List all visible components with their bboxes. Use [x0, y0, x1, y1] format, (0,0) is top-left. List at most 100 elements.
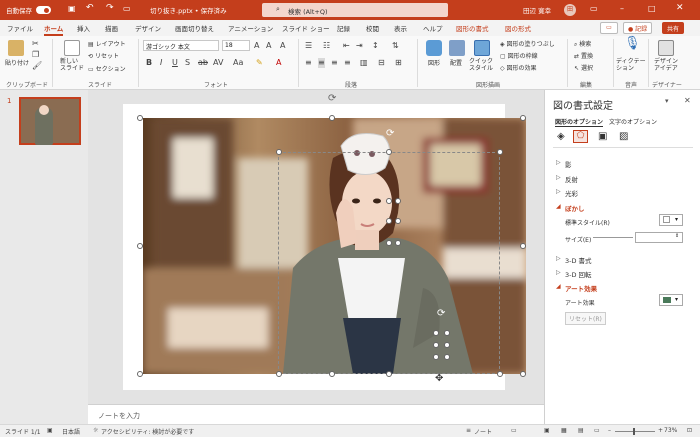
paste-label[interactable]: 貼り付け	[5, 58, 29, 67]
section-glow[interactable]: 光彩	[565, 188, 578, 198]
effects-icon[interactable]: ⬠	[573, 130, 588, 143]
ribbon-display-icon[interactable]: ▭	[590, 4, 598, 13]
layout-button[interactable]: ▤ レイアウト	[88, 39, 126, 48]
rotate-handle-icon[interactable]: ⟳	[437, 308, 445, 319]
resize-handle[interactable]	[386, 198, 392, 204]
reset-button[interactable]: ⟲ リセット	[88, 51, 119, 60]
shrink-font-icon[interactable]: A	[266, 41, 271, 51]
resize-handle[interactable]	[395, 218, 401, 224]
accessibility-status[interactable]: アクセシビリティ: 検討が必要です	[101, 427, 194, 436]
tab-review[interactable]: 校閲	[366, 23, 379, 33]
undo-icon[interactable]: ↶	[86, 3, 94, 13]
slide-thumbnail[interactable]	[19, 97, 81, 145]
grow-font-icon[interactable]: A	[254, 41, 259, 51]
microphone-icon[interactable]: 🎙	[624, 37, 641, 50]
tab-design[interactable]: デザイン	[135, 23, 161, 33]
save-icon[interactable]: ▣	[68, 4, 76, 13]
resize-handle[interactable]	[395, 198, 401, 204]
resize-handle[interactable]	[386, 218, 392, 224]
section-soft-edges[interactable]: ぼかし	[565, 203, 585, 213]
close-icon[interactable]: ✕	[676, 3, 684, 13]
bold-icon[interactable]: B	[146, 58, 152, 68]
reset-button[interactable]: リセット(R)	[565, 312, 606, 325]
font-color-icon[interactable]: A	[276, 58, 281, 68]
tab-slideshow[interactable]: スライド ショー	[282, 23, 330, 33]
language-label[interactable]: 日本語	[62, 427, 80, 436]
avatar[interactable]: 田	[564, 4, 576, 16]
rotate-handle-icon[interactable]: ⟳	[328, 93, 336, 104]
autosave-toggle[interactable]	[36, 6, 51, 14]
font-size-dropdown[interactable]: 18	[222, 40, 250, 51]
pane-options-icon[interactable]: ▾	[665, 97, 669, 105]
accessibility-icon[interactable]: ☼	[93, 427, 98, 434]
tab-transitions[interactable]: 画面切り替え	[175, 23, 214, 33]
art-effects-dropdown[interactable]: ▾	[659, 294, 683, 306]
resize-handle[interactable]	[433, 354, 439, 360]
notes-icon[interactable]: ≡	[466, 427, 471, 434]
redo-icon[interactable]: ↷	[106, 3, 114, 13]
highlight-icon[interactable]: ✎	[256, 58, 263, 68]
resize-handle[interactable]	[386, 240, 392, 246]
resize-handle[interactable]	[386, 149, 392, 155]
size-properties-icon[interactable]: ▣	[598, 131, 607, 142]
cut-icon[interactable]: ✂	[32, 39, 39, 49]
select-button[interactable]: ↖ 選択	[574, 63, 593, 72]
section-shadow[interactable]: 影	[565, 159, 572, 169]
tab-file[interactable]: ファイル	[7, 23, 33, 33]
increase-indent-icon[interactable]: ⇥	[356, 41, 363, 51]
section-3d-rotation[interactable]: 3-D 回転	[565, 269, 592, 279]
blur-preset-dropdown[interactable]: ▾	[659, 214, 683, 226]
resize-handle[interactable]	[520, 371, 526, 377]
resize-handle[interactable]	[395, 240, 401, 246]
fit-to-window-icon[interactable]: ⊡	[687, 427, 692, 434]
underline-icon[interactable]: U	[172, 58, 178, 68]
shape-outline-button[interactable]: ▢ 図形の枠線	[500, 51, 538, 60]
shadow-icon[interactable]: S	[185, 58, 190, 68]
change-case-icon[interactable]: Aa	[233, 58, 243, 68]
share-button[interactable]: 共有	[662, 22, 685, 34]
paste-icon[interactable]	[8, 40, 24, 56]
italic-icon[interactable]: I	[160, 58, 162, 68]
section-reflection[interactable]: 反射	[565, 174, 578, 184]
tab-view[interactable]: 表示	[394, 23, 407, 33]
section-button[interactable]: ▭ セクション	[88, 64, 126, 73]
zoom-in-icon[interactable]: +	[658, 427, 663, 434]
tab-shape-format[interactable]: 図形の書式	[456, 23, 489, 33]
align-left-icon[interactable]: ≡	[305, 58, 312, 68]
section-artistic-effects[interactable]: アート効果	[565, 283, 597, 293]
clear-format-icon[interactable]: A	[280, 41, 285, 51]
shapes-icon[interactable]	[426, 40, 442, 56]
format-painter-icon[interactable]: 🖌	[32, 61, 42, 71]
design-ideas-label[interactable]: デザイン アイデア	[654, 58, 678, 72]
resize-handle[interactable]	[444, 354, 450, 360]
minimize-icon[interactable]: –	[620, 4, 624, 13]
quick-styles-icon[interactable]	[474, 40, 490, 56]
arrange-icon[interactable]	[449, 40, 465, 56]
resize-handle[interactable]	[137, 115, 143, 121]
slideshow-view-icon[interactable]: ▭	[594, 427, 600, 434]
normal-view-icon[interactable]: ▣	[544, 427, 550, 434]
spellcheck-icon[interactable]: ▣	[47, 427, 53, 434]
bullets-icon[interactable]: ☰	[305, 41, 312, 51]
slideshow-icon[interactable]: ▭	[123, 4, 131, 13]
resize-handle[interactable]	[520, 243, 526, 249]
search-box[interactable]: ⌕ 検索 (Alt+Q)	[262, 3, 448, 17]
align-center-icon[interactable]: ≡	[318, 58, 325, 68]
resize-handle[interactable]	[276, 371, 282, 377]
tab-picture-format[interactable]: 図の形式	[505, 23, 531, 33]
tab-text-options[interactable]: 文字のオプション	[609, 117, 657, 126]
resize-handle[interactable]	[497, 149, 503, 155]
replace-button[interactable]: ⇄ 置換	[574, 51, 593, 60]
strikethrough-icon[interactable]: ab	[198, 58, 208, 68]
decrease-indent-icon[interactable]: ⇤	[343, 41, 350, 51]
columns-icon[interactable]: ▥	[360, 58, 368, 68]
resize-handle[interactable]	[137, 371, 143, 377]
blur-size-slider[interactable]	[593, 237, 633, 238]
resize-handle[interactable]	[433, 342, 439, 348]
zoom-level[interactable]: 73%	[664, 427, 677, 434]
pane-close-icon[interactable]: ✕	[684, 96, 691, 105]
zoom-slider[interactable]	[615, 431, 655, 432]
copy-icon[interactable]: ❐	[32, 50, 39, 60]
new-slide-icon[interactable]	[64, 40, 80, 56]
fill-line-icon[interactable]: ◈	[557, 131, 565, 142]
